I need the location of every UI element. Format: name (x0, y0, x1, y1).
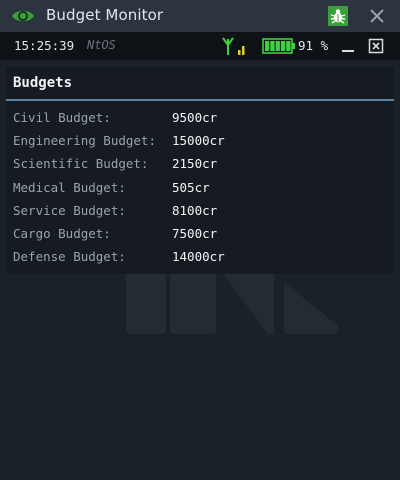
list-item: Medical Budget: 505cr (13, 180, 383, 200)
budget-value: 8100cr (172, 203, 218, 218)
budget-value: 14000cr (172, 249, 225, 264)
os-name: NtOS (87, 38, 116, 52)
budget-label: Medical Budget: (13, 180, 126, 195)
list-item: Cargo Budget: 7500cr (13, 226, 383, 246)
battery-cell (270, 41, 275, 51)
battery-cell (286, 41, 291, 51)
bug-button[interactable] (328, 6, 348, 26)
window-title: Budget Monitor (46, 6, 164, 24)
list-item: Scientific Budget: 2150cr (13, 156, 383, 176)
budget-label: Service Budget: (13, 203, 126, 218)
battery-cell (280, 41, 286, 51)
clock-time: 15:25:39 (14, 38, 75, 53)
budget-value: 7500cr (172, 226, 218, 241)
budget-label: Engineering Budget: (13, 133, 156, 148)
budget-value: 505cr (172, 180, 210, 195)
budget-label: Cargo Budget: (13, 226, 111, 241)
battery-icon (262, 38, 295, 54)
budget-label: Defense Budget: (13, 249, 126, 264)
panel-title: Budgets (13, 75, 73, 91)
list-item: Civil Budget: 9500cr (13, 110, 383, 130)
budget-value: 15000cr (172, 133, 225, 148)
title-bar: Budget Monitor (0, 0, 400, 32)
list-item: Service Budget: 8100cr (13, 203, 383, 223)
battery-percent: 91 % (298, 38, 329, 53)
list-item: Defense Budget: 14000cr (13, 249, 383, 269)
minimize-icon[interactable] (340, 40, 356, 54)
close-icon[interactable] (368, 7, 386, 25)
budget-value: 2150cr (172, 156, 218, 171)
battery-cell (275, 41, 280, 51)
bug-icon (330, 9, 346, 24)
status-bar: 15:25:39 NtOS 91 % (0, 32, 400, 60)
eye-icon (12, 10, 34, 22)
battery-cell (265, 41, 270, 51)
budget-label: Civil Budget: (13, 110, 111, 125)
panel-header: Budgets (6, 67, 394, 101)
list-item: Engineering Budget: 15000cr (13, 133, 383, 153)
budget-value: 9500cr (172, 110, 218, 125)
budgets-panel: Budgets Civil Budget: 9500cr Engineering… (6, 67, 394, 274)
antenna-signal-icon (222, 37, 245, 55)
close-box-icon[interactable] (368, 38, 384, 54)
budget-label: Scientific Budget: (13, 156, 149, 171)
